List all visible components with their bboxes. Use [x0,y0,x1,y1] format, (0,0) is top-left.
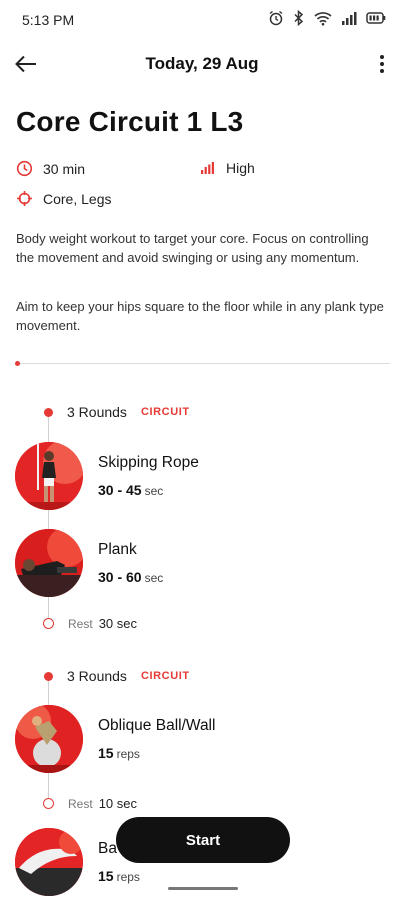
timeline-dot-hollow [43,618,54,629]
exercise-thumbnail [15,442,83,510]
duration-info: 30 min [16,160,85,177]
start-button[interactable]: Start [116,817,290,863]
progress-track [16,363,390,364]
intensity-value: High [226,160,255,176]
rest-item: Rest 30 sec [43,616,137,631]
battery-icon [366,11,386,25]
more-options-button[interactable] [372,50,392,78]
circuit-tag: CIRCUIT [140,406,190,418]
intensity-bars-icon [201,162,214,174]
exercise-name: Ba [98,840,117,857]
focus-info: Core, Legs [16,190,111,207]
focus-value: Core, Legs [43,190,112,207]
rest-value: 30 sec [98,616,137,631]
rest-item: Rest 10 sec [43,796,137,811]
exercise-thumbnail [15,828,83,896]
block-header: 3 Rounds CIRCUIT [44,404,190,420]
wifi-icon [314,11,332,26]
rest-value: 10 sec [98,796,137,811]
exercise-amount: 30 - 45 sec [98,482,164,498]
bluetooth-icon [293,10,305,26]
target-icon [17,191,32,206]
home-indicator [168,887,238,890]
workout-title: Core Circuit 1 L3 [16,106,244,137]
rest-label: Rest [68,616,93,631]
workout-tip: Aim to keep your hips square to the floo… [16,299,384,333]
status-bar: 5:13 PM [0,0,404,40]
rounds-label: 3 Rounds [67,668,127,684]
exercise-name: Skipping Rope [98,454,199,471]
exercise-name: Oblique Ball/Wall [98,717,216,734]
exercise-item[interactable]: Oblique Ball/Wall 15 reps [15,705,385,773]
workout-description: Body weight workout to target your core.… [16,231,369,265]
timeline-dot-hollow [43,798,54,809]
block-header: 3 Rounds CIRCUIT [44,668,190,684]
page-title: Today, 29 Aug [145,54,259,73]
alarm-icon [268,10,284,26]
exercise-item[interactable]: Skipping Rope 30 - 45 sec [15,442,385,510]
exercise-thumbnail [15,705,83,773]
exercise-amount: 30 - 60 sec [98,569,164,585]
more-vertical-icon [380,55,384,73]
timeline-dot [44,671,53,681]
status-icons [268,10,386,26]
app-header: Today, 29 Aug [0,44,404,84]
exercise-amount: 15 reps [98,745,140,761]
clock-icon [16,160,33,177]
rest-label: Rest [68,796,93,811]
progress-indicator [15,361,20,366]
exercise-name: Plank [98,541,137,558]
intensity-info: High [200,160,255,176]
signal-icon [341,11,357,26]
exercise-thumbnail [15,529,83,597]
status-time: 5:13 PM [22,12,75,28]
duration-value: 30 min [43,160,86,177]
timeline-dot [44,407,53,417]
exercise-amount: 15 reps [98,868,140,884]
exercise-item[interactable]: Plank 30 - 60 sec [15,529,385,597]
rounds-label: 3 Rounds [67,404,127,420]
circuit-tag: CIRCUIT [140,670,190,682]
